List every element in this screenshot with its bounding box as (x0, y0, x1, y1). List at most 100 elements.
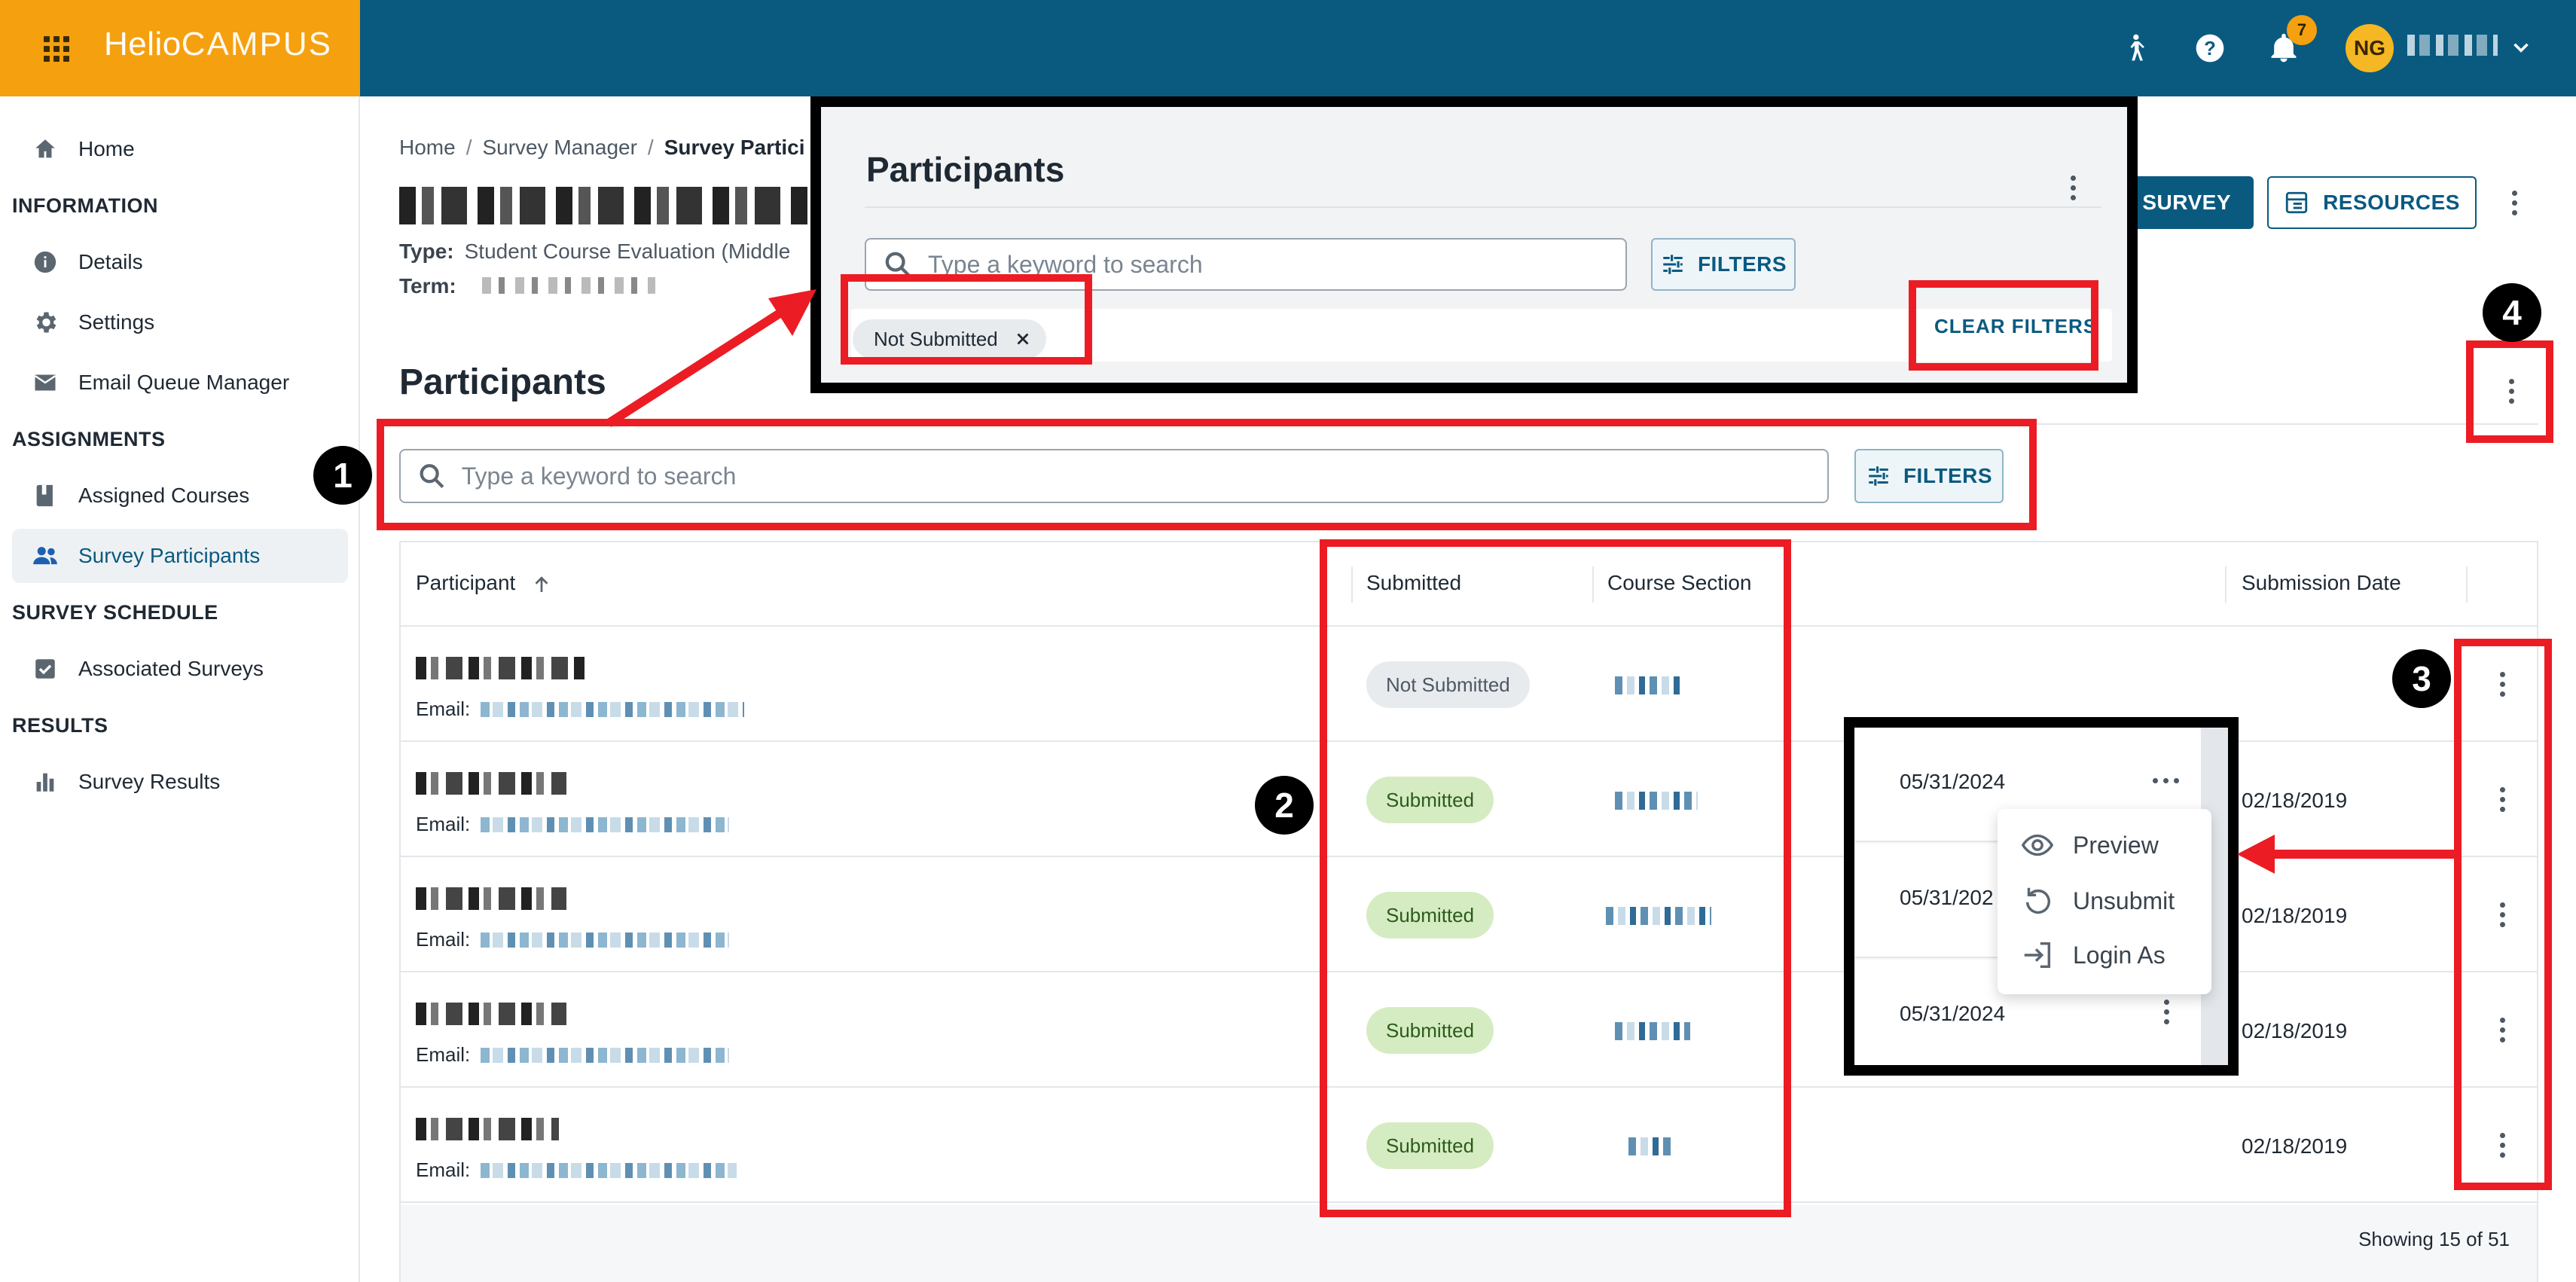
survey-term: Term: (399, 274, 456, 298)
email-label: Email: (416, 813, 471, 835)
email-label: Email: (416, 1043, 471, 1066)
apps-grid-icon[interactable] (44, 36, 69, 62)
submission-date: 02/18/2019 (2242, 789, 2348, 812)
sort-ascending-icon (535, 575, 548, 592)
participant-email-redacted (481, 817, 729, 832)
breadcrumb: Home / Survey Manager / Survey Partici (399, 136, 805, 159)
zoom-filters-button[interactable]: FILTERS (1651, 238, 1796, 291)
zoom-submission-date: 05/31/2024 (1900, 1002, 2006, 1025)
highlight-filter-chip (841, 274, 1092, 365)
user-avatar[interactable]: NG (2346, 24, 2394, 72)
zoom-divider (865, 206, 2101, 208)
participant-name-redacted (416, 772, 566, 795)
arrow-to-zoom-panel (606, 297, 801, 428)
arrowhead (768, 289, 816, 336)
sidebar-item-label: Home (78, 137, 135, 160)
participant-name-redacted (416, 1003, 566, 1025)
participants-title: Participants (399, 362, 606, 402)
sidebar-heading-results: RESULTS (12, 714, 108, 737)
sidebar-heading-assignments: ASSIGNMENTS (12, 428, 166, 450)
breadcrumb-survey-manager[interactable]: Survey Manager (482, 136, 636, 159)
resources-button[interactable]: RESOURCES (2267, 176, 2477, 229)
sidebar-heading-survey-schedule: SURVEY SCHEDULE (12, 601, 218, 624)
mail-icon (30, 368, 60, 398)
svg-text:?: ? (2204, 38, 2216, 60)
highlight-participants-more (2466, 340, 2553, 443)
participant-name-redacted (416, 887, 566, 910)
checkbox-icon (30, 654, 60, 684)
pagination-summary: Showing 15 of 51 (2358, 1228, 2510, 1250)
top-bar (0, 0, 2576, 96)
resources-icon (2285, 191, 2308, 214)
sidebar-item-home[interactable]: Home (12, 122, 348, 176)
survey-title-redacted (399, 187, 821, 224)
sidebar-item-label: Details (78, 250, 143, 273)
sidebar-item-survey-participants[interactable]: Survey Participants (12, 529, 348, 583)
tune-icon (1663, 255, 1683, 274)
menu-item-login-as[interactable]: Login As (2020, 934, 2165, 976)
sidebar-item-label: Survey Results (78, 770, 221, 793)
zoom-more-icon[interactable] (2058, 169, 2088, 206)
column-header-participant[interactable]: Participant (416, 571, 553, 596)
callout-2: 2 (1255, 776, 1314, 835)
highlight-status-columns (1320, 539, 1791, 1217)
column-divider (2466, 566, 2468, 603)
menu-item-preview[interactable]: Preview (2020, 824, 2159, 866)
sidebar-item-email-queue-manager[interactable]: Email Queue Manager (12, 356, 348, 410)
participant-name-redacted (416, 1118, 559, 1140)
participant-email-redacted (481, 1163, 737, 1178)
highlight-clear-filters (1909, 280, 2098, 371)
callout-4: 4 (2483, 283, 2541, 342)
chevron-down-icon[interactable] (2508, 35, 2534, 60)
sidebar-item-associated-surveys[interactable]: Associated Surveys (12, 642, 348, 696)
participant-email-redacted (481, 933, 729, 948)
zoom-submission-date: 05/31/2024 (1900, 770, 2006, 793)
people-icon (30, 541, 60, 571)
email-label: Email: (416, 928, 471, 951)
email-label: Email: (416, 1158, 471, 1181)
survey-type: Type: Student Course Evaluation (Middle (399, 240, 791, 263)
submission-date: 02/18/2019 (2242, 904, 2348, 927)
column-header-submission-date[interactable]: Submission Date (2242, 571, 2401, 595)
gear-icon (30, 307, 60, 337)
sidebar-item-survey-results[interactable]: Survey Results (12, 755, 348, 809)
login-icon (2024, 942, 2051, 969)
column-divider (2225, 566, 2227, 603)
zoom-participants-title: Participants (866, 150, 1065, 189)
sidebar-item-details[interactable]: Details (12, 235, 348, 289)
participant-email-redacted (481, 1048, 729, 1063)
book-icon (30, 481, 60, 511)
sidebar-item-label: Email Queue Manager (78, 371, 290, 394)
submission-date: 02/18/2019 (2242, 1019, 2348, 1042)
info-icon (30, 247, 60, 277)
submission-date: 02/18/2019 (2242, 1134, 2348, 1158)
participant-email-redacted (481, 702, 744, 717)
home-icon (30, 134, 60, 164)
sidebar-item-label: Assigned Courses (78, 484, 250, 507)
zoom-row-more-icon[interactable] (2147, 765, 2184, 795)
zoom-row-more-icon[interactable] (2151, 993, 2181, 1030)
sidebar-item-label: Associated Surveys (78, 657, 264, 680)
accessibility-walker-icon[interactable] (2117, 30, 2153, 66)
breadcrumb-current: Survey Partici (664, 136, 805, 159)
participant-name-redacted (416, 657, 589, 679)
sidebar-item-settings[interactable]: Settings (12, 295, 348, 349)
callout-1: 1 (313, 446, 372, 505)
highlight-search-filter-bar (377, 419, 2037, 530)
menu-item-unsubmit[interactable]: Unsubmit (2020, 880, 2175, 922)
sidebar-item-label: Survey Participants (78, 544, 261, 567)
callout-3: 3 (2392, 649, 2451, 708)
sidebar-item-label: Settings (78, 310, 155, 334)
user-name-redacted[interactable] (2407, 35, 2498, 56)
email-label: Email: (416, 697, 471, 720)
survey-term-redacted (482, 277, 655, 294)
sidebar-item-assigned-courses[interactable]: Assigned Courses (12, 469, 348, 523)
sidebar-heading-information: INFORMATION (12, 194, 158, 217)
breadcrumb-home[interactable]: Home (399, 136, 456, 159)
bar-chart-icon (30, 767, 60, 797)
help-icon[interactable]: ? (2192, 30, 2228, 66)
page-more-icon[interactable] (2499, 184, 2529, 221)
logo[interactable]: HelioCAMPUS (104, 26, 332, 63)
notification-count-badge: 7 (2287, 15, 2317, 45)
eye-icon (2021, 834, 2054, 856)
